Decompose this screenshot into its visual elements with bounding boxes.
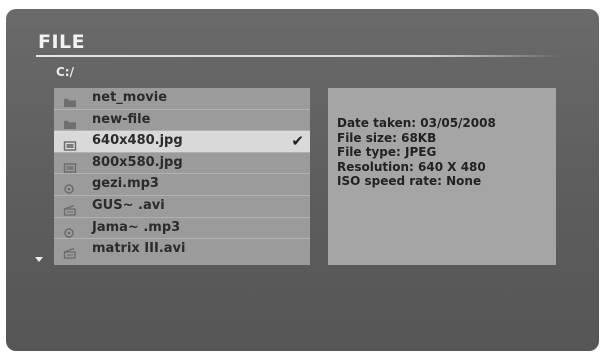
file-name: matrix III.avi bbox=[92, 241, 186, 257]
video-icon bbox=[63, 201, 77, 216]
file-name: Jama~ .mp3 bbox=[92, 219, 181, 235]
detail-line: ISO speed rate: None bbox=[337, 174, 482, 188]
folder-icon bbox=[63, 93, 77, 107]
detail-line: Date taken: 03/05/2008 bbox=[337, 116, 496, 130]
folder-icon bbox=[63, 115, 77, 129]
file-name: gezi.mp3 bbox=[92, 176, 159, 192]
file-name: GUS~ .avi bbox=[92, 197, 165, 213]
file-details: Date taken: 03/05/2008 File size: 68KB Fil… bbox=[337, 116, 496, 189]
checkmark-icon: ✔ bbox=[291, 132, 304, 151]
current-path: C:/ bbox=[56, 65, 74, 79]
file-info-panel: Date taken: 03/05/2008 File size: 68KB Fil… bbox=[328, 88, 556, 265]
title-divider bbox=[36, 55, 560, 57]
file-row[interactable]: new-file bbox=[54, 110, 310, 132]
file-row[interactable]: gezi.mp3 bbox=[54, 174, 310, 196]
detail-line: File type: JPEG bbox=[337, 145, 437, 159]
file-row[interactable]: 800x580.jpg bbox=[54, 153, 310, 175]
file-name: 640x480.jpg bbox=[92, 133, 183, 149]
file-row[interactable]: 640x480.jpg ✔ bbox=[54, 131, 310, 153]
image-icon bbox=[63, 158, 77, 173]
detail-line: Resolution: 640 X 480 bbox=[337, 159, 486, 174]
file-name: new-file bbox=[92, 111, 151, 127]
file-name: 800x580.jpg bbox=[92, 154, 183, 170]
video-icon bbox=[63, 244, 77, 259]
music-icon bbox=[63, 179, 77, 195]
file-row[interactable]: net_movie bbox=[54, 88, 310, 110]
file-list: net_movie new-file 640x480.jpg ✔ 800x580.jpg… bbox=[54, 88, 310, 265]
detail-line: File size: 68KB bbox=[337, 130, 437, 145]
file-row[interactable]: matrix III.avi bbox=[54, 239, 310, 261]
file-browser-screen: FILE C:/ net_movie new-file 640x480.jpg ✔ 80… bbox=[6, 9, 599, 351]
music-icon bbox=[63, 223, 77, 238]
scroll-down-icon[interactable] bbox=[35, 257, 43, 262]
file-row[interactable]: Jama~ .mp3 bbox=[54, 218, 310, 240]
file-row[interactable]: GUS~ .avi bbox=[54, 196, 310, 218]
image-icon bbox=[63, 136, 77, 151]
file-name: net_movie bbox=[92, 90, 168, 105]
page-title: FILE bbox=[38, 31, 86, 53]
